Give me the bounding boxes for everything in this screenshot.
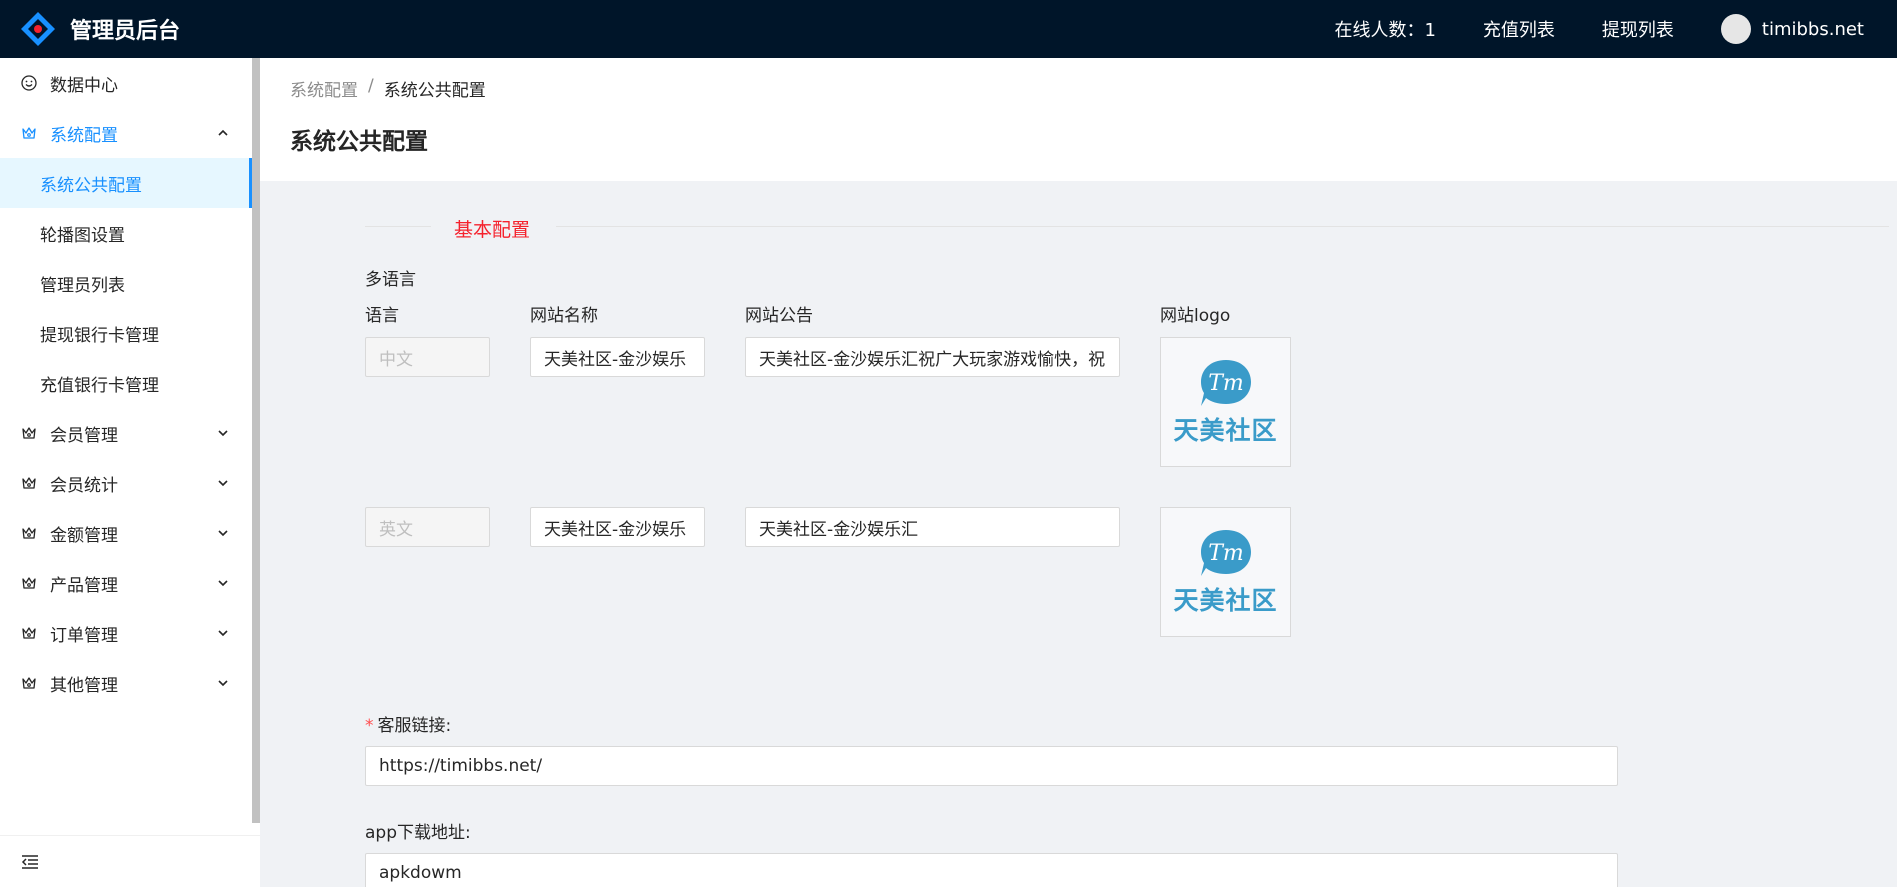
smile-icon [20, 74, 38, 92]
multilang-label: 多语言 [365, 270, 416, 290]
site-notice-input[interactable]: 天美社区-金沙娱乐汇祝广大玩家游戏愉快，祝 [745, 337, 1120, 377]
page-title: 系统公共配置 [290, 129, 428, 155]
chevron-up-icon [216, 125, 230, 139]
sidebar-sub-item-recharge-bank[interactable]: 充值银行卡管理 [0, 358, 252, 408]
tm-logo-icon: Tm [1198, 357, 1254, 409]
divider [365, 226, 431, 227]
sidebar-item-label: 会员管理 [50, 425, 118, 446]
sidebar-sub-item-system-public-config[interactable]: 系统公共配置 [0, 158, 252, 208]
app-logo-icon [20, 11, 56, 47]
logo-text: 天美社区 [1173, 586, 1278, 615]
withdraw-list-link[interactable]: 提现列表 [1602, 16, 1674, 42]
chevron-down-icon [216, 675, 230, 689]
customer-service-input[interactable]: https://timibbs.net/ [365, 746, 1618, 786]
sidebar-item-other-management[interactable]: 其他管理 [0, 658, 252, 708]
sidebar-item-label: 产品管理 [50, 575, 118, 596]
chevron-down-icon [216, 525, 230, 539]
sidebar: 数据中心 系统配置 系统公共配置 轮播图设置 管理员列表 提现银行卡管理 充值银… [0, 58, 260, 887]
customer-service-label: 客服链接: [377, 716, 452, 736]
breadcrumb-parent[interactable]: 系统配置 [290, 76, 358, 101]
app-download-input[interactable]: apkdowm [365, 853, 1618, 887]
site-name-input[interactable]: 天美社区-金沙娱乐 [530, 337, 705, 377]
svg-text:Tm: Tm [1208, 371, 1244, 396]
customer-service-label-wrap: * 客服链接: [365, 711, 451, 736]
sidebar-item-order-management[interactable]: 订单管理 [0, 608, 252, 658]
tm-logo-icon: Tm [1198, 527, 1254, 579]
online-count: 在线人数：1 [1334, 20, 1436, 41]
crown-icon [20, 674, 38, 692]
site-name-input[interactable]: 天美社区-金沙娱乐 [530, 507, 705, 547]
sidebar-sub-item-withdraw-bank[interactable]: 提现银行卡管理 [0, 308, 252, 358]
recharge-list-link[interactable]: 充值列表 [1483, 16, 1555, 42]
sidebar-item-member-stats[interactable]: 会员统计 [0, 458, 252, 508]
sidebar-item-member-management[interactable]: 会员管理 [0, 408, 252, 458]
column-header-site-name: 网站名称 [530, 306, 598, 326]
sidebar-sub-item-carousel[interactable]: 轮播图设置 [0, 208, 252, 258]
divider [556, 226, 1889, 227]
site-notice-input[interactable]: 天美社区-金沙娱乐汇 [745, 507, 1120, 547]
crown-icon [20, 574, 38, 592]
sidebar-item-label: 数据中心 [50, 75, 118, 96]
sidebar-item-label: 订单管理 [50, 625, 118, 646]
crown-icon [20, 124, 38, 142]
crown-icon [20, 474, 38, 492]
sidebar-item-label: 系统配置 [50, 125, 118, 146]
top-header: 管理员后台 在线人数：1 充值列表 提现列表 timibbs.net [0, 0, 1897, 58]
sidebar-sub-item-label: 提现银行卡管理 [40, 325, 159, 346]
sidebar-item-label: 会员统计 [50, 475, 118, 496]
sidebar-item-label: 其他管理 [50, 675, 118, 696]
logo-text: 天美社区 [1173, 416, 1278, 445]
breadcrumb-current: 系统公共配置 [383, 81, 486, 101]
app-download-label: app下载地址: [365, 823, 471, 843]
breadcrumb: 系统配置 / 系统公共配置 [290, 76, 486, 101]
column-header-logo: 网站logo [1160, 306, 1231, 326]
username[interactable]: timibbs.net [1762, 19, 1864, 40]
sidebar-item-label: 金额管理 [50, 525, 118, 546]
sidebar-footer [0, 835, 260, 887]
language-field: 中文 [365, 337, 490, 377]
sidebar-item-amount-management[interactable]: 金额管理 [0, 508, 252, 558]
sidebar-sub-item-label: 管理员列表 [40, 275, 125, 296]
sidebar-item-product-management[interactable]: 产品管理 [0, 558, 252, 608]
language-field: 英文 [365, 507, 490, 547]
page-header: 系统配置 / 系统公共配置 系统公共配置 [260, 58, 1897, 181]
sidebar-item-system-config[interactable]: 系统配置 [0, 108, 252, 158]
crown-icon [20, 624, 38, 642]
logo-upload[interactable]: Tm 天美社区 [1160, 337, 1291, 467]
chevron-down-icon [216, 625, 230, 639]
chevron-down-icon [216, 475, 230, 489]
sidebar-sub-item-label: 充值银行卡管理 [40, 375, 159, 396]
chevron-down-icon [216, 575, 230, 589]
svg-text:Tm: Tm [1208, 541, 1244, 566]
column-header-notice: 网站公告 [745, 306, 813, 326]
main-content: 基本配置 多语言 语言 网站名称 网站公告 网站logo 中文 天美社区-金沙娱… [260, 181, 1897, 887]
required-mark: * [365, 716, 374, 736]
sidebar-scrollbar[interactable] [252, 58, 260, 823]
sidebar-sub-item-label: 轮播图设置 [40, 225, 125, 246]
menu-fold-icon[interactable] [21, 854, 39, 870]
column-header-language: 语言 [365, 306, 399, 326]
avatar[interactable] [1720, 14, 1751, 44]
breadcrumb-separator: / [368, 76, 374, 96]
sidebar-sub-item-admin-list[interactable]: 管理员列表 [0, 258, 252, 308]
logo-upload[interactable]: Tm 天美社区 [1160, 507, 1291, 637]
section-title: 基本配置 [454, 219, 531, 241]
sidebar-sub-item-label: 系统公共配置 [40, 175, 142, 196]
app-title: 管理员后台 [70, 19, 181, 44]
crown-icon [20, 424, 38, 442]
crown-icon [20, 524, 38, 542]
header-actions: 在线人数：1 充值列表 提现列表 timibbs.net [1334, 0, 1897, 58]
sidebar-item-data-center[interactable]: 数据中心 [0, 58, 252, 108]
chevron-down-icon [216, 425, 230, 439]
